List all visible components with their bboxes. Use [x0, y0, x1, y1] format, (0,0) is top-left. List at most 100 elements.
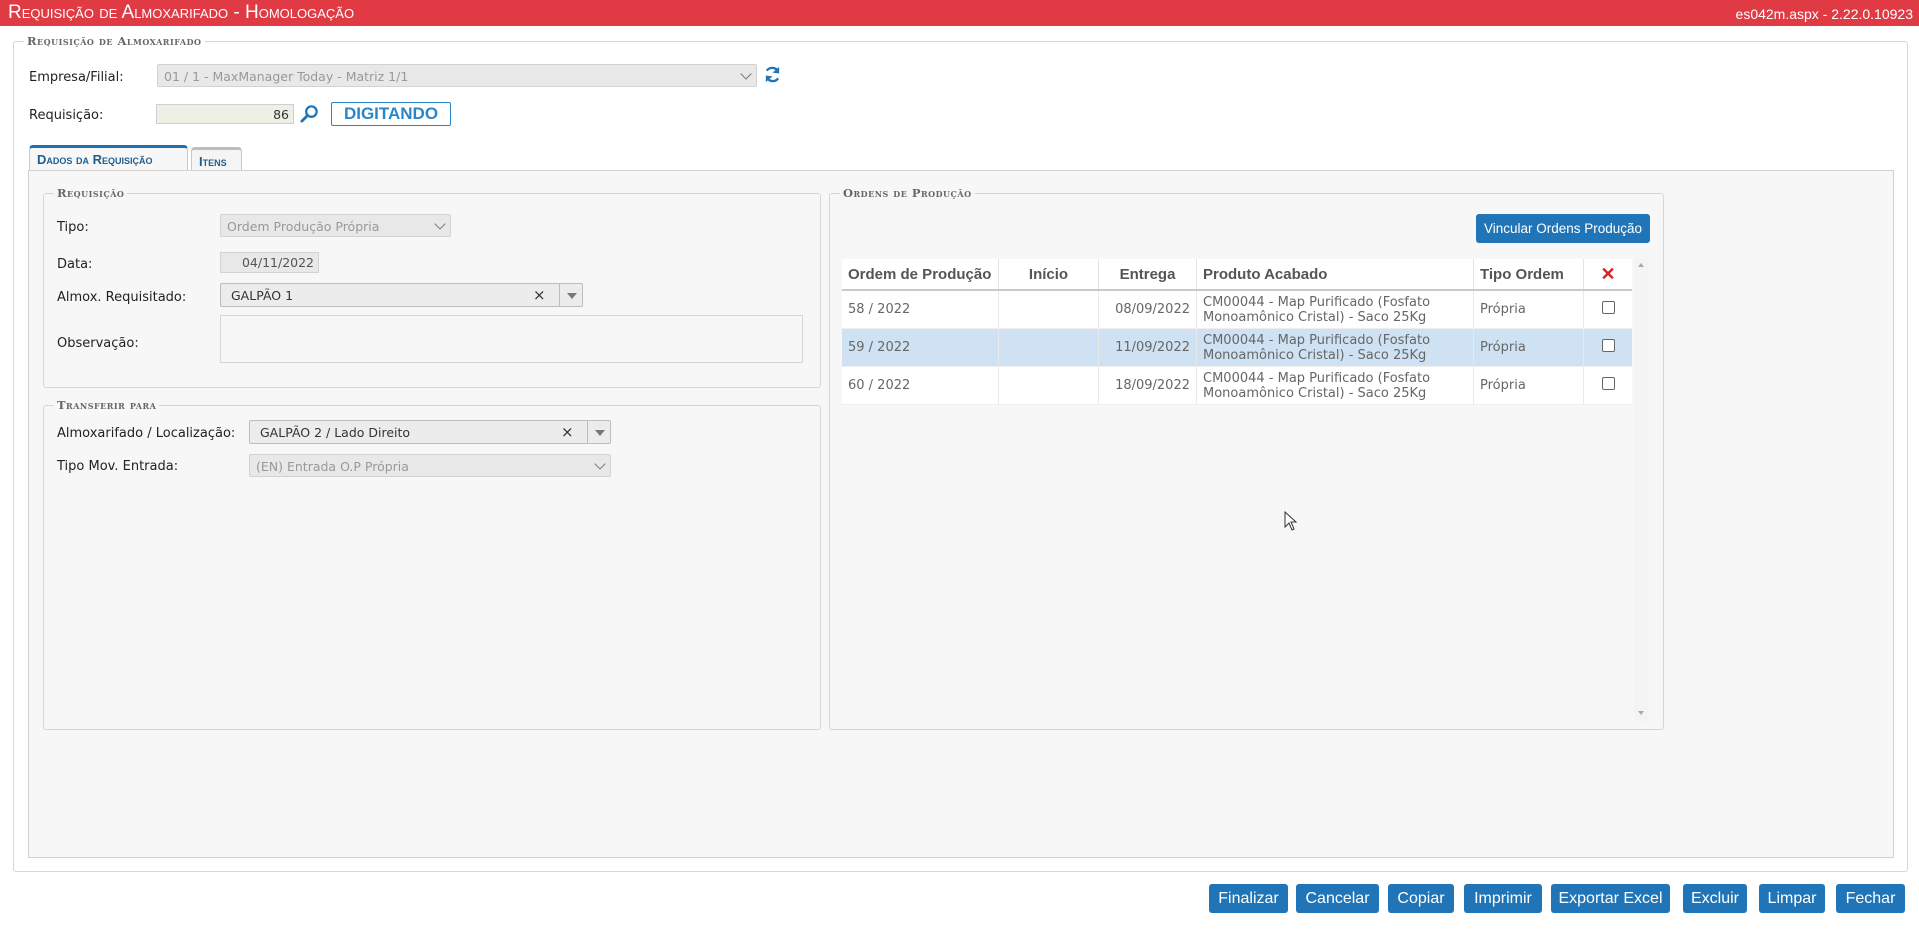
tipo-mov-value: (EN) Entrada O.P Própria	[256, 459, 409, 474]
almox-requisitado-value: GALPÃO 1	[231, 288, 294, 303]
cell-inicio	[998, 328, 1099, 367]
table-row[interactable]: 60 / 2022 18/09/2022 CM00044 - Map Purif…	[842, 366, 1632, 405]
requisicao-input[interactable]: 86	[156, 104, 294, 124]
cell-entrega: 18/09/2022	[1098, 366, 1197, 405]
cell-select	[1583, 328, 1632, 367]
row-checkbox[interactable]	[1601, 339, 1615, 352]
status-badge: DIGITANDO	[331, 102, 451, 126]
ordens-table: Ordem de Produção Início Entrega Produto…	[842, 259, 1632, 405]
ordens-legend: Ordens de Produção	[843, 186, 972, 200]
exportar-excel-button[interactable]: Exportar Excel	[1551, 884, 1670, 913]
vincular-ordens-label: Vincular Ordens Produção	[1483, 221, 1643, 236]
cell-tipo: Própria	[1473, 328, 1584, 367]
cell-select	[1583, 366, 1632, 405]
fechar-label: Fechar	[1845, 890, 1896, 907]
cell-tipo: Própria	[1473, 366, 1584, 405]
vincular-ordens-button[interactable]: Vincular Ordens Produção	[1476, 214, 1650, 243]
tipo-mov-select[interactable]: (EN) Entrada O.P Própria	[249, 454, 611, 477]
requisicao-label: Requisição:	[29, 108, 104, 123]
col-produto[interactable]: Produto Acabado	[1196, 259, 1474, 291]
produto-line1: CM00044 - Map Purificado (Fosfato	[1203, 332, 1431, 348]
copiar-button[interactable]: Copiar	[1388, 884, 1454, 913]
produto-line2: Monoamônico Cristal) - Saco 25Kg	[1203, 385, 1427, 401]
exportar-excel-label: Exportar Excel	[1558, 890, 1663, 907]
imprimir-button[interactable]: Imprimir	[1464, 884, 1542, 913]
empresa-label: Empresa/Filial:	[29, 70, 124, 85]
tab-dados-requisicao[interactable]: Dados da Requisição	[29, 145, 188, 171]
cell-produto: CM00044 - Map Purificado (Fosfato Monoam…	[1196, 366, 1474, 405]
chevron-down-icon	[434, 218, 446, 230]
requisicao-value: 86	[273, 107, 289, 122]
tipo-value: Ordem Produção Própria	[227, 219, 380, 234]
transferir-fieldset: Transferir para	[43, 398, 821, 730]
cell-ordem: 58 / 2022	[842, 290, 999, 329]
cell-tipo: Própria	[1473, 290, 1584, 329]
observacao-label: Observação:	[57, 336, 139, 351]
almox-requisitado-combo[interactable]: GALPÃO 1 ×	[220, 283, 583, 307]
produto-line1: CM00044 - Map Purificado (Fosfato	[1203, 294, 1431, 310]
vertical-scrollbar[interactable]	[1634, 259, 1648, 721]
version-label: es042m.aspx - 2.22.0.10923	[1735, 6, 1913, 22]
page-title: Requisição de Almoxarifado - Homologação	[8, 2, 355, 23]
fechar-button[interactable]: Fechar	[1836, 884, 1905, 913]
row-checkbox[interactable]	[1601, 301, 1615, 314]
row-checkbox[interactable]	[1601, 377, 1615, 390]
cell-inicio	[998, 366, 1099, 405]
tab-itens[interactable]: Itens	[191, 147, 242, 171]
col-entrega[interactable]: Entrega	[1098, 259, 1197, 291]
remove-all-icon[interactable]: ✕	[1583, 259, 1632, 291]
tab-label: Dados da Requisição	[37, 152, 153, 167]
dropdown-arrow-icon[interactable]	[559, 284, 582, 306]
tipo-select[interactable]: Ordem Produção Própria	[220, 214, 451, 237]
table-header-row: Ordem de Produção Início Entrega Produto…	[842, 259, 1632, 291]
data-label: Data:	[57, 257, 93, 272]
cell-entrega: 11/09/2022	[1098, 328, 1197, 367]
cell-ordem: 59 / 2022	[842, 328, 999, 367]
search-icon[interactable]	[300, 104, 319, 123]
tipo-mov-label: Tipo Mov. Entrada:	[57, 459, 179, 474]
scroll-down-arrow-icon[interactable]	[1638, 711, 1644, 715]
clear-icon[interactable]: ×	[533, 286, 546, 304]
almox-localizacao-value: GALPÃO 2 / Lado Direito	[260, 425, 411, 440]
limpar-label: Limpar	[1767, 890, 1817, 907]
almox-localizacao-label: Almoxarifado / Localização:	[57, 426, 236, 441]
table-row[interactable]: 59 / 2022 11/09/2022 CM00044 - Map Purif…	[842, 328, 1632, 367]
mouse-cursor-icon	[1284, 511, 1297, 531]
col-inicio[interactable]: Início	[998, 259, 1099, 291]
almox-requisitado-label: Almox. Requisitado:	[57, 290, 187, 305]
tab-label: Itens	[199, 154, 227, 169]
main-legend: Requisição de Almoxarifado	[27, 34, 202, 48]
produto-line2: Monoamônico Cristal) - Saco 25Kg	[1203, 347, 1427, 363]
refresh-icon[interactable]	[763, 65, 782, 84]
finalizar-label: Finalizar	[1218, 890, 1279, 907]
title-bar: Requisição de Almoxarifado - Homologação…	[0, 0, 1919, 26]
tipo-label: Tipo:	[57, 220, 89, 235]
cancelar-button[interactable]: Cancelar	[1296, 884, 1379, 913]
requisicao-legend: Requisição	[57, 186, 125, 200]
empresa-select[interactable]: 01 / 1 - MaxManager Today - Matriz 1/1	[157, 64, 757, 87]
clear-icon[interactable]: ×	[561, 423, 574, 441]
table-row[interactable]: 58 / 2022 08/09/2022 CM00044 - Map Purif…	[842, 290, 1632, 329]
chevron-down-icon	[740, 68, 752, 80]
data-value: 04/11/2022	[241, 255, 314, 270]
cell-entrega: 08/09/2022	[1098, 290, 1197, 329]
produto-line2: Monoamônico Cristal) - Saco 25Kg	[1203, 309, 1427, 325]
chevron-down-icon	[594, 458, 606, 470]
col-ordem[interactable]: Ordem de Produção	[842, 259, 999, 291]
data-field[interactable]: 04/11/2022	[220, 252, 319, 273]
finalizar-button[interactable]: Finalizar	[1209, 884, 1288, 913]
scroll-up-arrow-icon[interactable]	[1638, 263, 1644, 267]
observacao-textarea[interactable]	[220, 315, 803, 363]
cancelar-label: Cancelar	[1305, 890, 1370, 907]
dropdown-arrow-icon[interactable]	[587, 421, 610, 443]
imprimir-label: Imprimir	[1474, 890, 1532, 907]
empresa-value: 01 / 1 - MaxManager Today - Matriz 1/1	[164, 69, 409, 84]
col-tipo-ordem[interactable]: Tipo Ordem	[1473, 259, 1584, 291]
almox-localizacao-combo[interactable]: GALPÃO 2 / Lado Direito ×	[249, 420, 611, 444]
limpar-button[interactable]: Limpar	[1759, 884, 1825, 913]
excluir-button[interactable]: Excluir	[1683, 884, 1747, 913]
copiar-label: Copiar	[1397, 890, 1445, 907]
produto-line1: CM00044 - Map Purificado (Fosfato	[1203, 370, 1431, 386]
cell-inicio	[998, 290, 1099, 329]
cell-ordem: 60 / 2022	[842, 366, 999, 405]
